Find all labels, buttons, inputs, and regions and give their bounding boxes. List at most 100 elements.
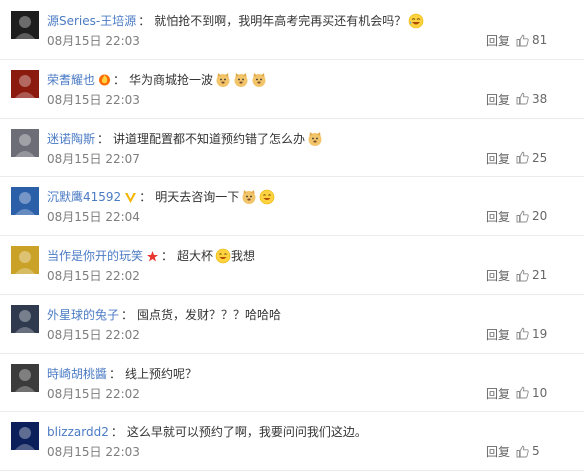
colon-separator: ： xyxy=(113,72,126,87)
comment-text: 这么早就可以预约了啊，我要问问我们这边。 xyxy=(126,425,367,440)
avatar[interactable] xyxy=(11,304,39,333)
colon-separator: ： xyxy=(139,190,152,205)
like-count: 81 xyxy=(532,33,548,47)
comment-line: 荣耆耀也 ：华为商城抢一波 xyxy=(47,70,267,90)
like-button[interactable]: 81 xyxy=(516,32,556,48)
doge-emoji-icon xyxy=(234,72,248,87)
comment-item: 迷诺陶斯：讲道理配置都不知道预约错了怎么办 08月15日 22:07 回复 25 xyxy=(0,119,584,178)
comment-text: 就怕抢不到啊，我明年高考完再买还有机会吗？ xyxy=(154,14,407,28)
like-button[interactable]: 38 xyxy=(516,91,556,107)
comment-time: 08月15日 22:04 xyxy=(47,210,140,225)
avatar[interactable] xyxy=(11,69,39,98)
reply-button[interactable]: 回复 xyxy=(486,386,510,402)
username-link[interactable]: 外星球的兔子 xyxy=(47,305,119,325)
colon-separator: ： xyxy=(161,249,174,263)
doge-emoji-icon xyxy=(308,131,322,146)
username-link[interactable]: 荣耆耀也 xyxy=(47,70,95,90)
comment-text: 线上预约呢？ xyxy=(125,366,198,381)
comment-line: blizzardd2：这么早就可以预约了啊，我要问问我们这边。 xyxy=(47,422,367,442)
colon-separator: ： xyxy=(121,307,134,322)
comment-text: 囤点货，发财？？？哈哈哈 xyxy=(137,307,282,322)
comment-item: 外星球的兔子：囤点货，发财？？？哈哈哈 08月15日 22:02 回复 19 xyxy=(0,295,584,354)
like-button[interactable]: 5 xyxy=(516,443,556,459)
like-count: 38 xyxy=(532,91,548,106)
colon-separator: ： xyxy=(97,131,110,146)
like-button[interactable]: 25 xyxy=(516,150,556,166)
comment-time: 08月15日 22:03 xyxy=(47,445,140,460)
reply-button[interactable]: 回复 xyxy=(486,268,510,284)
like-button[interactable]: 10 xyxy=(516,385,556,401)
comment-item: 時崎胡桃醬：线上预约呢？ 08月15日 22:02 回复 10 xyxy=(0,354,584,413)
comment-item: 沉默鹰41592 ：明天去咨询一下 08月15日 22:04 回复 20 xyxy=(0,177,584,236)
comment-text: 华为商城抢一波 xyxy=(129,72,214,87)
thumbs-up-icon xyxy=(516,445,529,458)
laugh-tear-emoji-icon xyxy=(408,13,424,29)
like-button[interactable]: 21 xyxy=(516,267,556,283)
avatar[interactable] xyxy=(11,187,39,216)
reply-button[interactable]: 回复 xyxy=(486,209,510,225)
comment-text: 讲道理配置都不知道预约错了怎么办 xyxy=(113,131,306,146)
comment-text: 明天去咨询一下 xyxy=(155,190,240,205)
fire-badge-icon xyxy=(99,74,111,86)
comment-line: 外星球的兔子：囤点货，发财？？？哈哈哈 xyxy=(47,305,281,325)
username-link[interactable]: blizzardd2 xyxy=(47,422,109,442)
thumbs-up-icon xyxy=(516,210,529,223)
comment-item: 荣耆耀也 ：华为商城抢一波 08月15日 22:03 回复 38 xyxy=(0,60,584,119)
comment-line: 当作是你开的玩笑 ：超大杯 我想 xyxy=(47,246,255,266)
comment-time: 08月15日 22:07 xyxy=(47,151,140,166)
reply-button[interactable]: 回复 xyxy=(486,92,510,108)
like-count: 21 xyxy=(532,268,548,282)
avatar[interactable] xyxy=(11,11,39,39)
doge-emoji-icon xyxy=(242,190,256,205)
smile-emoji-icon xyxy=(215,248,231,264)
username-link[interactable]: 時崎胡桃醬 xyxy=(47,364,107,384)
like-count: 19 xyxy=(532,326,548,341)
star-badge-icon xyxy=(147,250,159,261)
comment-line: 源Series-王培源：就怕抢不到啊，我明年高考完再买还有机会吗？ xyxy=(47,11,424,31)
comment-line: 時崎胡桃醬：线上预约呢？ xyxy=(47,364,197,384)
comment-time: 08月15日 22:02 xyxy=(47,269,140,283)
smile-emoji-icon xyxy=(259,189,275,205)
username-link[interactable]: 当作是你开的玩笑 xyxy=(47,246,143,266)
comment-text: 超大杯 xyxy=(177,249,214,263)
like-button[interactable]: 19 xyxy=(516,326,556,342)
doge-emoji-icon xyxy=(216,72,230,87)
comment-item: 源Series-王培源：就怕抢不到啊，我明年高考完再买还有机会吗？ 08月15日 … xyxy=(0,1,584,60)
comment-item: blizzardd2：这么早就可以预约了啊，我要问问我们这边。 08月15日 22… xyxy=(0,412,584,471)
colon-separator: ： xyxy=(109,366,122,381)
comment-text-suffix: 我想 xyxy=(231,249,256,263)
username-link[interactable]: 迷诺陶斯 xyxy=(47,129,95,149)
avatar[interactable] xyxy=(11,246,39,274)
colon-separator: ： xyxy=(138,14,151,28)
like-count: 10 xyxy=(532,385,548,400)
comment-time: 08月15日 22:02 xyxy=(47,386,140,401)
comment-item: 当作是你开的玩笑 ：超大杯 我想 08月15日 22:02 回复 21 xyxy=(0,236,584,295)
like-count: 5 xyxy=(532,444,540,459)
doge-emoji-icon xyxy=(252,72,266,87)
colon-separator: ： xyxy=(110,425,123,440)
username-link[interactable]: 沉默鹰41592 xyxy=(47,187,121,207)
comment-time: 08月15日 22:03 xyxy=(47,92,140,107)
thumbs-up-icon xyxy=(516,386,529,399)
like-count: 25 xyxy=(532,150,548,165)
username-link[interactable]: 源Series-王培源 xyxy=(47,11,136,31)
reply-button[interactable]: 回复 xyxy=(486,33,510,49)
avatar[interactable] xyxy=(11,363,39,392)
comment-time: 08月15日 22:03 xyxy=(47,34,140,48)
reply-button[interactable]: 回复 xyxy=(486,151,510,167)
thumbs-up-icon xyxy=(516,34,529,46)
like-count: 20 xyxy=(532,209,548,224)
thumbs-up-icon xyxy=(516,92,529,105)
vip-v-icon xyxy=(125,192,137,203)
comment-time: 08月15日 22:02 xyxy=(47,327,140,342)
thumbs-up-icon xyxy=(516,151,529,164)
thumbs-up-icon xyxy=(516,269,529,281)
like-button[interactable]: 20 xyxy=(516,208,556,224)
comment-line: 迷诺陶斯：讲道理配置都不知道预约错了怎么办 xyxy=(47,129,323,149)
comment-line: 沉默鹰41592 ：明天去咨询一下 xyxy=(47,187,275,207)
avatar[interactable] xyxy=(11,128,39,157)
reply-button[interactable]: 回复 xyxy=(486,444,510,460)
avatar[interactable] xyxy=(11,422,39,451)
reply-button[interactable]: 回复 xyxy=(486,327,510,343)
thumbs-up-icon xyxy=(516,327,529,340)
